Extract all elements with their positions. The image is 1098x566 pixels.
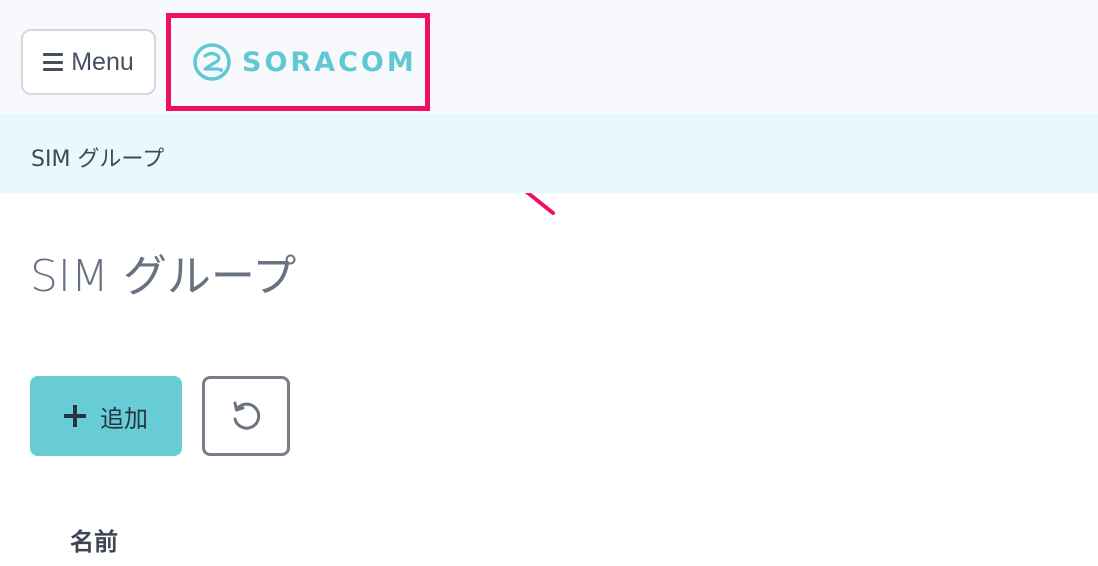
- menu-button[interactable]: Menu: [21, 29, 156, 95]
- top-bar: [0, 0, 1098, 114]
- soracom-logo-icon: [193, 43, 231, 81]
- refresh-button[interactable]: [202, 376, 290, 456]
- table-column-header-name[interactable]: 名前: [70, 522, 118, 557]
- plus-icon: [64, 405, 86, 427]
- refresh-icon: [233, 401, 261, 430]
- menu-button-label: Menu: [71, 47, 134, 76]
- page-title: SIM グループ: [30, 251, 297, 302]
- soracom-logo-text: SORACOM: [242, 46, 417, 78]
- add-button-label: 追加: [100, 405, 148, 433]
- add-button[interactable]: 追加: [30, 376, 182, 456]
- breadcrumb-bar: [0, 114, 1098, 193]
- breadcrumb: SIM グループ: [31, 147, 165, 172]
- soracom-logo[interactable]: SORACOM: [192, 42, 417, 82]
- hamburger-icon: [43, 53, 64, 71]
